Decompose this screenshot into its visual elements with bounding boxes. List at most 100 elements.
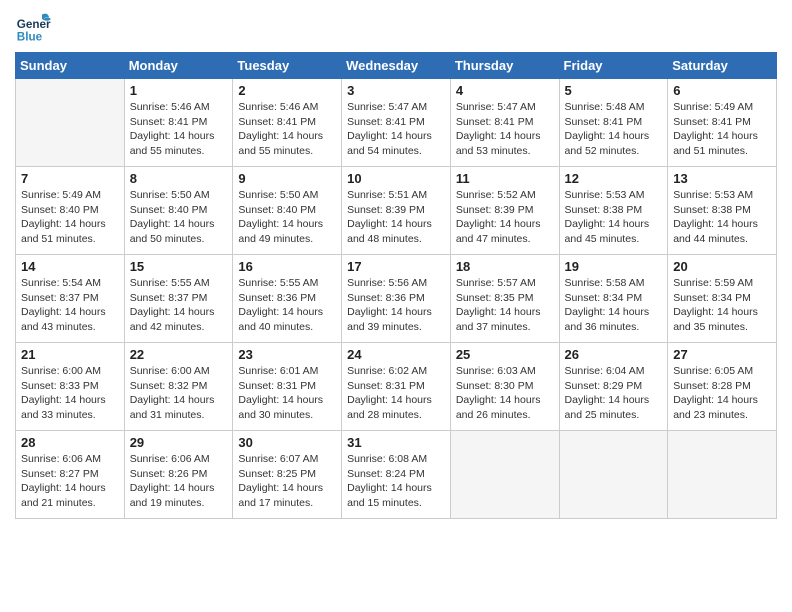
calendar-cell: 30 Sunrise: 6:07 AM Sunset: 8:25 PM Dayli…: [233, 431, 342, 519]
header-friday: Friday: [559, 53, 668, 79]
day-number: 7: [21, 171, 119, 186]
day-info: Sunrise: 5:53 AM Sunset: 8:38 PM Dayligh…: [565, 188, 663, 247]
day-number: 28: [21, 435, 119, 450]
day-info: Sunrise: 5:54 AM Sunset: 8:37 PM Dayligh…: [21, 276, 119, 335]
day-number: 12: [565, 171, 663, 186]
day-info: Sunrise: 6:00 AM Sunset: 8:32 PM Dayligh…: [130, 364, 228, 423]
calendar-cell: 4 Sunrise: 5:47 AM Sunset: 8:41 PM Daylig…: [450, 79, 559, 167]
day-info: Sunrise: 6:02 AM Sunset: 8:31 PM Dayligh…: [347, 364, 445, 423]
calendar-cell: 28 Sunrise: 6:06 AM Sunset: 8:27 PM Dayli…: [16, 431, 125, 519]
day-number: 11: [456, 171, 554, 186]
day-number: 24: [347, 347, 445, 362]
calendar-cell: 5 Sunrise: 5:48 AM Sunset: 8:41 PM Daylig…: [559, 79, 668, 167]
calendar-cell: [559, 431, 668, 519]
calendar-cell: 27 Sunrise: 6:05 AM Sunset: 8:28 PM Dayli…: [668, 343, 777, 431]
calendar-cell: 31 Sunrise: 6:08 AM Sunset: 8:24 PM Dayli…: [342, 431, 451, 519]
week-row-1: 1 Sunrise: 5:46 AM Sunset: 8:41 PM Daylig…: [16, 79, 777, 167]
day-info: Sunrise: 5:48 AM Sunset: 8:41 PM Dayligh…: [565, 100, 663, 159]
calendar-cell: 19 Sunrise: 5:58 AM Sunset: 8:34 PM Dayli…: [559, 255, 668, 343]
calendar-cell: 6 Sunrise: 5:49 AM Sunset: 8:41 PM Daylig…: [668, 79, 777, 167]
calendar-cell: 29 Sunrise: 6:06 AM Sunset: 8:26 PM Dayli…: [124, 431, 233, 519]
day-info: Sunrise: 5:58 AM Sunset: 8:34 PM Dayligh…: [565, 276, 663, 335]
calendar-cell: 3 Sunrise: 5:47 AM Sunset: 8:41 PM Daylig…: [342, 79, 451, 167]
day-info: Sunrise: 5:52 AM Sunset: 8:39 PM Dayligh…: [456, 188, 554, 247]
day-number: 2: [238, 83, 336, 98]
header-saturday: Saturday: [668, 53, 777, 79]
calendar-header-row: SundayMondayTuesdayWednesdayThursdayFrid…: [16, 53, 777, 79]
day-number: 9: [238, 171, 336, 186]
day-number: 26: [565, 347, 663, 362]
calendar-cell: 22 Sunrise: 6:00 AM Sunset: 8:32 PM Dayli…: [124, 343, 233, 431]
day-info: Sunrise: 5:46 AM Sunset: 8:41 PM Dayligh…: [130, 100, 228, 159]
day-number: 8: [130, 171, 228, 186]
day-number: 19: [565, 259, 663, 274]
header-sunday: Sunday: [16, 53, 125, 79]
header-wednesday: Wednesday: [342, 53, 451, 79]
day-info: Sunrise: 5:59 AM Sunset: 8:34 PM Dayligh…: [673, 276, 771, 335]
calendar-cell: 9 Sunrise: 5:50 AM Sunset: 8:40 PM Daylig…: [233, 167, 342, 255]
day-number: 13: [673, 171, 771, 186]
day-number: 14: [21, 259, 119, 274]
day-number: 15: [130, 259, 228, 274]
calendar-cell: [450, 431, 559, 519]
day-info: Sunrise: 5:46 AM Sunset: 8:41 PM Dayligh…: [238, 100, 336, 159]
calendar-cell: 14 Sunrise: 5:54 AM Sunset: 8:37 PM Dayli…: [16, 255, 125, 343]
header-thursday: Thursday: [450, 53, 559, 79]
day-info: Sunrise: 5:51 AM Sunset: 8:39 PM Dayligh…: [347, 188, 445, 247]
day-number: 6: [673, 83, 771, 98]
day-number: 31: [347, 435, 445, 450]
header-monday: Monday: [124, 53, 233, 79]
calendar-cell: 26 Sunrise: 6:04 AM Sunset: 8:29 PM Dayli…: [559, 343, 668, 431]
calendar-cell: 15 Sunrise: 5:55 AM Sunset: 8:37 PM Dayli…: [124, 255, 233, 343]
week-row-5: 28 Sunrise: 6:06 AM Sunset: 8:27 PM Dayli…: [16, 431, 777, 519]
day-number: 18: [456, 259, 554, 274]
header-tuesday: Tuesday: [233, 53, 342, 79]
day-info: Sunrise: 6:05 AM Sunset: 8:28 PM Dayligh…: [673, 364, 771, 423]
page-header: General Blue: [15, 10, 777, 46]
day-info: Sunrise: 5:50 AM Sunset: 8:40 PM Dayligh…: [130, 188, 228, 247]
calendar-cell: 8 Sunrise: 5:50 AM Sunset: 8:40 PM Daylig…: [124, 167, 233, 255]
day-info: Sunrise: 5:53 AM Sunset: 8:38 PM Dayligh…: [673, 188, 771, 247]
svg-text:Blue: Blue: [17, 31, 43, 44]
day-number: 4: [456, 83, 554, 98]
day-info: Sunrise: 6:00 AM Sunset: 8:33 PM Dayligh…: [21, 364, 119, 423]
calendar-cell: 21Sunrise: 6:00 AM Sunset: 8:33 PM Dayli…: [16, 343, 125, 431]
calendar-cell: 16Sunrise: 5:55 AM Sunset: 8:36 PM Dayli…: [233, 255, 342, 343]
day-info: Sunrise: 6:03 AM Sunset: 8:30 PM Dayligh…: [456, 364, 554, 423]
day-number: 10: [347, 171, 445, 186]
day-number: 23: [238, 347, 336, 362]
day-info: Sunrise: 6:06 AM Sunset: 8:26 PM Dayligh…: [130, 452, 228, 511]
day-info: Sunrise: 5:56 AM Sunset: 8:36 PM Dayligh…: [347, 276, 445, 335]
day-number: 20: [673, 259, 771, 274]
day-info: Sunrise: 5:50 AM Sunset: 8:40 PM Dayligh…: [238, 188, 336, 247]
day-number: 5: [565, 83, 663, 98]
calendar-cell: 17 Sunrise: 5:56 AM Sunset: 8:36 PM Dayli…: [342, 255, 451, 343]
day-number: 27: [673, 347, 771, 362]
logo-icon: General Blue: [15, 10, 51, 46]
day-number: 29: [130, 435, 228, 450]
week-row-2: 7 Sunrise: 5:49 AM Sunset: 8:40 PM Daylig…: [16, 167, 777, 255]
day-info: Sunrise: 6:08 AM Sunset: 8:24 PM Dayligh…: [347, 452, 445, 511]
day-info: Sunrise: 6:07 AM Sunset: 8:25 PM Dayligh…: [238, 452, 336, 511]
day-info: Sunrise: 6:06 AM Sunset: 8:27 PM Dayligh…: [21, 452, 119, 511]
day-info: Sunrise: 5:47 AM Sunset: 8:41 PM Dayligh…: [347, 100, 445, 159]
day-number: 17: [347, 259, 445, 274]
week-row-3: 14 Sunrise: 5:54 AM Sunset: 8:37 PM Dayli…: [16, 255, 777, 343]
day-number: 1: [130, 83, 228, 98]
day-number: 3: [347, 83, 445, 98]
calendar-cell: 18Sunrise: 5:57 AM Sunset: 8:35 PM Dayli…: [450, 255, 559, 343]
day-info: Sunrise: 5:49 AM Sunset: 8:40 PM Dayligh…: [21, 188, 119, 247]
day-info: Sunrise: 5:49 AM Sunset: 8:41 PM Dayligh…: [673, 100, 771, 159]
calendar-cell: 11 Sunrise: 5:52 AM Sunset: 8:39 PM Dayli…: [450, 167, 559, 255]
day-info: Sunrise: 5:55 AM Sunset: 8:36 PM Dayligh…: [238, 276, 336, 335]
week-row-4: 21Sunrise: 6:00 AM Sunset: 8:33 PM Dayli…: [16, 343, 777, 431]
calendar-cell: 13 Sunrise: 5:53 AM Sunset: 8:38 PM Dayli…: [668, 167, 777, 255]
day-number: 22: [130, 347, 228, 362]
day-info: Sunrise: 5:55 AM Sunset: 8:37 PM Dayligh…: [130, 276, 228, 335]
day-info: Sunrise: 5:47 AM Sunset: 8:41 PM Dayligh…: [456, 100, 554, 159]
calendar-cell: 1 Sunrise: 5:46 AM Sunset: 8:41 PM Daylig…: [124, 79, 233, 167]
day-info: Sunrise: 6:04 AM Sunset: 8:29 PM Dayligh…: [565, 364, 663, 423]
day-number: 25: [456, 347, 554, 362]
calendar-table: SundayMondayTuesdayWednesdayThursdayFrid…: [15, 52, 777, 519]
day-number: 30: [238, 435, 336, 450]
